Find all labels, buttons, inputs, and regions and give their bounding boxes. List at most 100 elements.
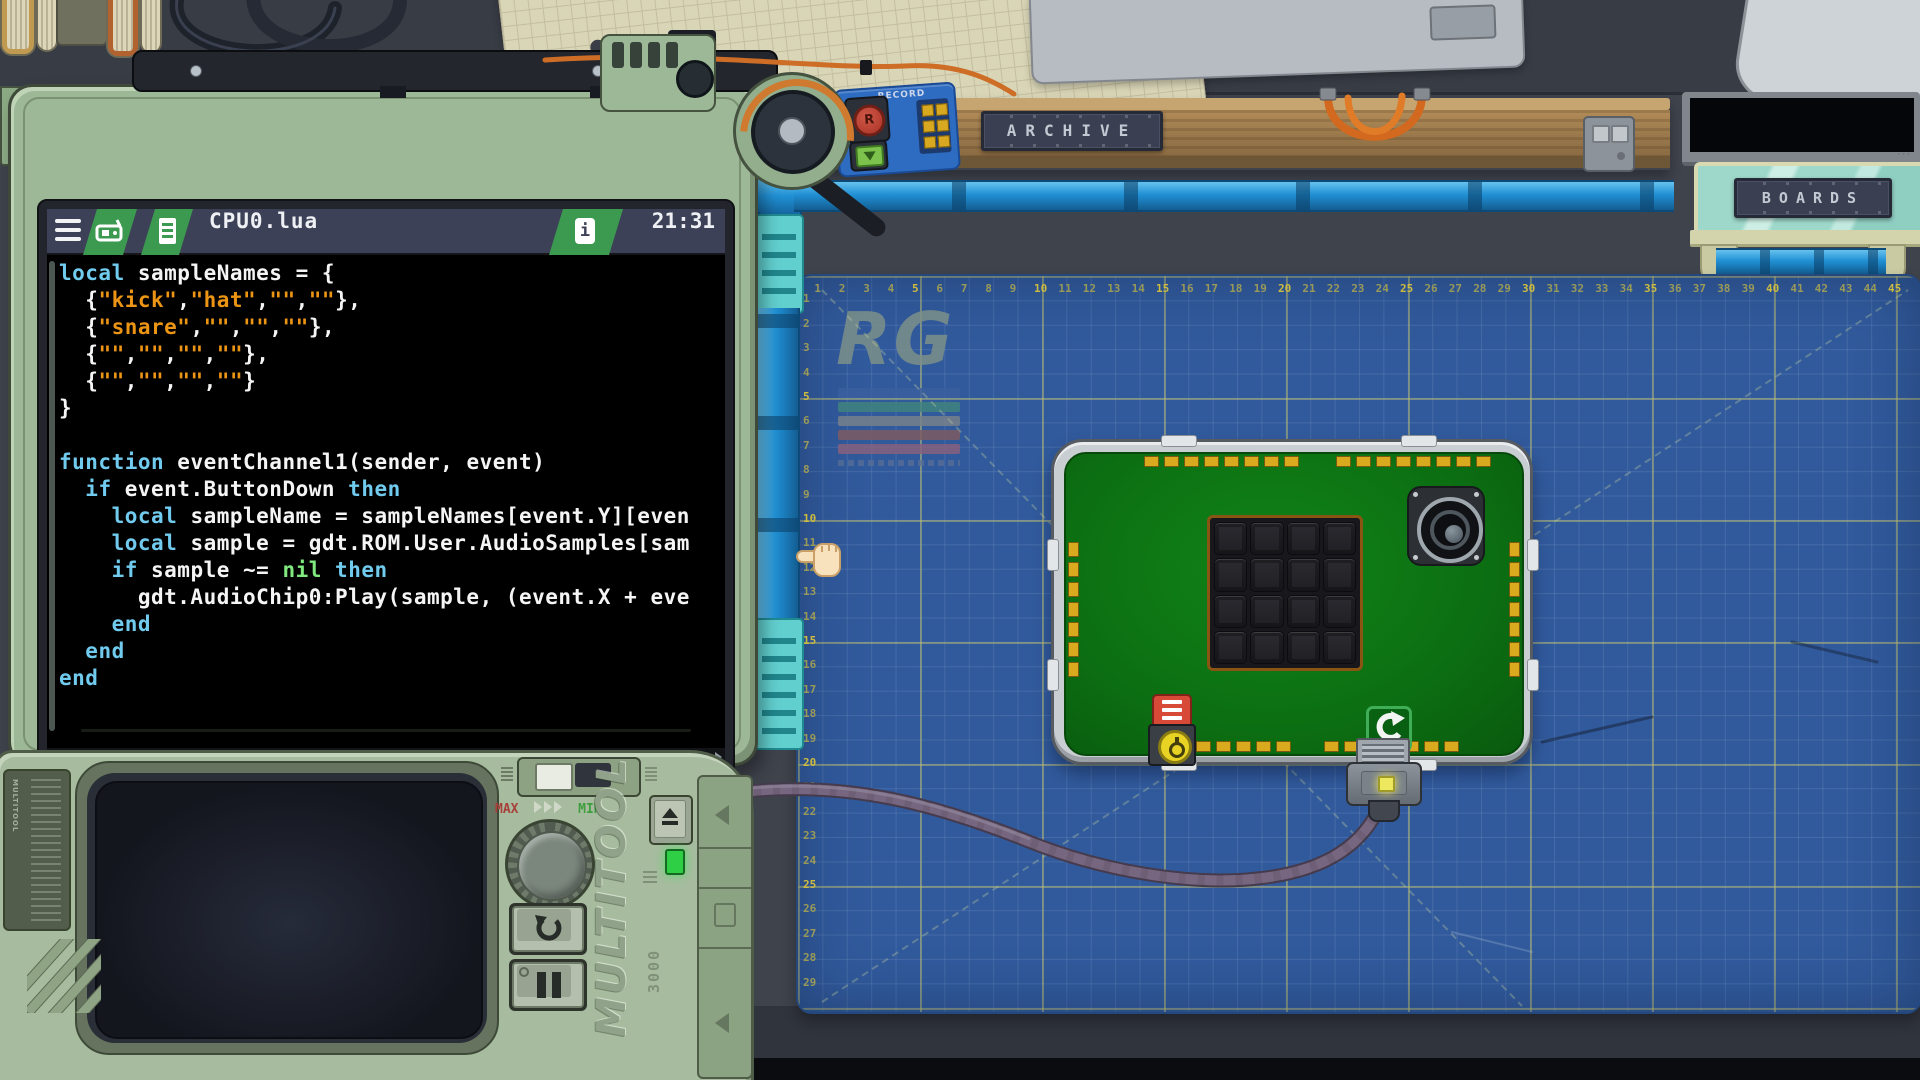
rg-logo-fineprint: [838, 460, 960, 466]
notepad: [0, 0, 36, 56]
tab-gadget[interactable]: [83, 209, 137, 255]
ruler-number: 38: [1717, 282, 1730, 295]
toggle-handle[interactable]: [535, 763, 573, 791]
info-icon: i: [575, 218, 595, 244]
rail-divider: [699, 947, 751, 949]
cabinet-screen: [1690, 98, 1914, 152]
speaker-dome: [1445, 525, 1463, 543]
logo-stripe: [838, 430, 960, 440]
pad-button[interactable]: [1214, 595, 1247, 628]
pad-button[interactable]: [1323, 595, 1356, 628]
gadget-circuit-board[interactable]: [1051, 439, 1533, 765]
ruler-number: 20: [803, 756, 816, 769]
spec-label-text: MULTITOOL: [11, 779, 19, 919]
gadget-console-icon: [95, 218, 129, 248]
pad-button[interactable]: [1214, 631, 1247, 664]
code-line: end: [59, 666, 725, 693]
boards-sign: BOARDS: [1734, 178, 1892, 218]
eject-button[interactable]: [649, 795, 693, 845]
code-area[interactable]: local sampleNames = { {"kick","hat","","…: [47, 255, 725, 747]
rail-arrow-button[interactable]: [715, 805, 729, 825]
rail-slot-button[interactable]: [714, 903, 736, 927]
volume-on-icon: [501, 767, 513, 781]
plate-notch: [1429, 4, 1496, 40]
ruler-number: 10: [803, 512, 816, 525]
ruler-number: 23: [803, 829, 816, 842]
ruler-number: 34: [1620, 282, 1633, 295]
pad-button[interactable]: [1214, 522, 1247, 555]
menu-button[interactable]: [55, 219, 81, 246]
play-button[interactable]: [855, 145, 884, 168]
ruler-number: 18: [803, 707, 816, 720]
ruler-number: 36: [1668, 282, 1681, 295]
code-line: end: [59, 612, 725, 639]
speaker-screw: [1413, 555, 1418, 560]
code-line: [59, 423, 725, 450]
tab-file[interactable]: [141, 209, 193, 255]
ruler-number: 24: [803, 854, 816, 867]
ruler-number: 26: [803, 902, 816, 915]
pause-button[interactable]: [509, 959, 587, 1011]
ruler-number: 19: [1254, 282, 1267, 295]
frame-clip: [1527, 539, 1539, 571]
tab-info[interactable]: i: [549, 209, 623, 255]
power-button[interactable]: [1158, 730, 1192, 764]
reset-button[interactable]: [509, 903, 587, 955]
ruler-number: 6: [936, 282, 943, 295]
pad-button[interactable]: [1323, 558, 1356, 591]
editor-screen-bezel: CPU0.lua i 21:31 local sampleNames = { {…: [37, 199, 735, 807]
arm-joint[interactable]: [733, 72, 851, 190]
pad-button[interactable]: [1250, 595, 1283, 628]
pad-button[interactable]: [1250, 631, 1283, 664]
vertical-scrollbar[interactable]: [49, 261, 55, 731]
volume-knob[interactable]: [505, 819, 595, 909]
logo-stripe: [838, 444, 960, 454]
ruler-number: 15: [1156, 282, 1169, 295]
code-line: }: [59, 396, 725, 423]
pad-button[interactable]: [1250, 558, 1283, 591]
ruler-number: 9: [1010, 282, 1017, 295]
ruler-number: 8: [985, 282, 992, 295]
pad-button[interactable]: [1214, 558, 1247, 591]
code-line: function eventChannel1(sender, event): [59, 450, 725, 477]
eject-icon-bar: [662, 821, 678, 825]
pad-button[interactable]: [1287, 595, 1320, 628]
speaker-ring: [1430, 510, 1470, 550]
ruler-number: 27: [803, 927, 816, 940]
ruler-number: 17: [1205, 282, 1218, 295]
frame-clip: [1401, 435, 1437, 447]
gold-pads-top: [1144, 456, 1299, 467]
pad-button[interactable]: [1287, 522, 1320, 555]
speaker[interactable]: [1407, 486, 1485, 566]
pad-button[interactable]: [1323, 631, 1356, 664]
ruler-number: 13: [1107, 282, 1120, 295]
notepad: [140, 0, 162, 54]
ruler-number: 28: [1473, 282, 1486, 295]
grip-ridges: [27, 939, 101, 1013]
ruler-number: 33: [1595, 282, 1608, 295]
ruler-number: 10: [1034, 282, 1047, 295]
pause-led: [519, 967, 529, 977]
bracket-slot: [648, 42, 660, 68]
code-editor-device: CPU0.lua i 21:31 local sampleNames = { {…: [8, 84, 758, 766]
record-button[interactable]: R: [852, 103, 886, 137]
bracket-slot: [612, 42, 624, 68]
button-pad-grid: [1207, 515, 1363, 671]
board-pcb: [1064, 452, 1524, 756]
pad-button[interactable]: [1323, 522, 1356, 555]
ruler-number: 3: [803, 341, 810, 354]
triangle-down-icon: [864, 151, 877, 161]
ruler-number: 27: [1449, 282, 1462, 295]
clock: 21:31: [652, 209, 715, 233]
ruler-number: 5: [803, 390, 810, 403]
joint-hub: [778, 117, 806, 145]
ruler-number: 11: [1058, 282, 1071, 295]
ruler-number: 20: [1278, 282, 1291, 295]
pad-button[interactable]: [1287, 558, 1320, 591]
ruler-number: 16: [1180, 282, 1193, 295]
rail-arrow-button[interactable]: [715, 1013, 729, 1033]
pad-button[interactable]: [1287, 631, 1320, 664]
power-button-housing: [1148, 724, 1196, 766]
pad-button[interactable]: [1250, 522, 1283, 555]
code-line: gdt.AudioChip0:Play(sample, (event.X + e…: [59, 585, 725, 612]
